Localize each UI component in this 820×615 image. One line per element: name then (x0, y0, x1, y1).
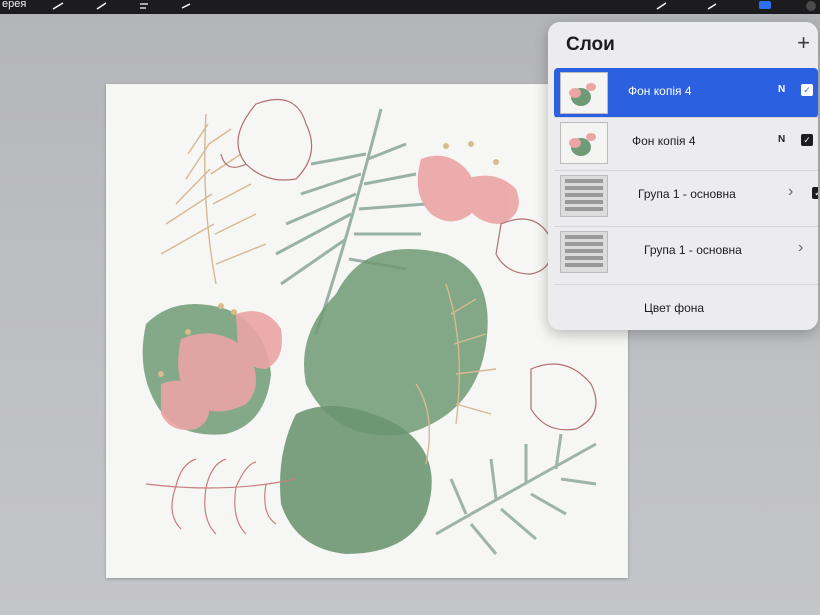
blend-mode-button[interactable]: N (778, 134, 785, 145)
layers-panel: Слои + Фон копія 4 N ✓ Фон копія 4 N ✓ Г… (548, 22, 818, 330)
layers-button[interactable] (759, 1, 771, 9)
layers-title: Слои (566, 34, 615, 55)
layer-name: Цвет фона (644, 301, 705, 315)
top-toolbar: ерея (0, 0, 820, 14)
gallery-button[interactable]: ерея (2, 0, 26, 10)
blend-mode-button[interactable]: N (778, 84, 785, 95)
wrench-icon[interactable] (52, 1, 64, 10)
eraser-icon[interactable] (706, 1, 718, 10)
layer-name: Фон копія 4 (628, 84, 692, 98)
magic-wand-icon[interactable] (96, 1, 108, 10)
layer-row-1[interactable]: Фон копія 4 N ✓ (554, 68, 818, 118)
group-thumbnail (560, 231, 608, 273)
add-layer-icon[interactable]: + (797, 30, 810, 56)
layer-name: Фон копія 4 (632, 134, 696, 148)
group-thumbnail (560, 175, 608, 217)
selection-icon[interactable] (138, 1, 150, 9)
visibility-checkbox[interactable]: ✓ (801, 84, 813, 96)
layer-group-row-1[interactable]: Група 1 - основна › ✓ (554, 170, 818, 221)
color-picker-button[interactable] (806, 1, 816, 11)
layer-row-2[interactable]: Фон копія 4 N ✓ (554, 117, 818, 168)
layer-group-row-2[interactable]: Група 1 - основна › (554, 226, 818, 277)
group-name: Група 1 - основна (638, 187, 736, 201)
chevron-right-icon[interactable]: › (788, 183, 793, 201)
group-name: Група 1 - основна (644, 243, 742, 257)
visibility-checkbox[interactable]: ✓ (812, 187, 818, 199)
smudge-icon[interactable] (655, 1, 667, 10)
visibility-checkbox[interactable]: ✓ (801, 134, 813, 146)
transform-icon[interactable] (180, 1, 192, 9)
layer-thumbnail (560, 72, 608, 114)
layer-thumbnail (560, 122, 608, 164)
chevron-right-icon[interactable]: › (798, 239, 803, 257)
layers-header: Слои + (548, 22, 818, 66)
background-color-row[interactable]: Цвет фона (554, 284, 818, 330)
